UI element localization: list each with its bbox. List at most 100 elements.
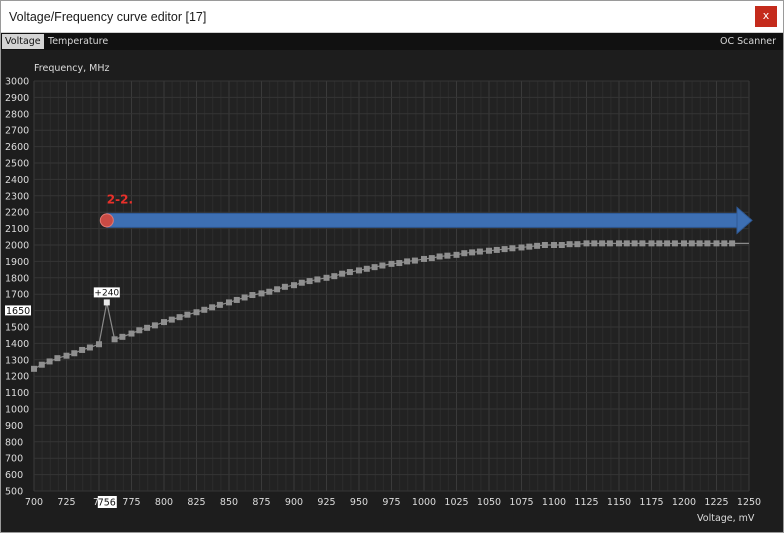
curve-point[interactable] <box>574 241 581 248</box>
curve-point[interactable] <box>161 319 167 326</box>
curve-point[interactable] <box>176 314 183 321</box>
vf-curve-chart[interactable]: 500 600 700 800 900 1000 1100 1200 1300 1400 1500 1… <box>1 50 783 532</box>
curve-point[interactable] <box>421 255 427 262</box>
curve-point[interactable] <box>281 283 288 290</box>
curve-point-selected[interactable] <box>103 299 110 306</box>
window-title: Voltage/Frequency curve editor [17] <box>9 10 207 24</box>
curve-point[interactable] <box>551 242 557 248</box>
curve-point[interactable] <box>54 355 61 362</box>
curve-point[interactable] <box>476 248 483 255</box>
curve-point[interactable] <box>411 257 418 264</box>
curve-point[interactable] <box>526 243 533 250</box>
curve-point[interactable] <box>144 324 151 331</box>
curve-point[interactable] <box>258 290 265 297</box>
curve-point[interactable] <box>266 288 273 295</box>
curve-point[interactable] <box>713 240 720 247</box>
curve-point[interactable] <box>688 240 695 247</box>
curve-point[interactable] <box>274 286 281 293</box>
curve-point[interactable] <box>184 311 191 318</box>
oc-scanner-button[interactable]: OC Scanner <box>717 34 779 49</box>
curve-point[interactable] <box>71 350 78 357</box>
curve-point[interactable] <box>168 316 175 323</box>
curve-point[interactable] <box>656 240 663 247</box>
curve-point[interactable] <box>558 242 565 248</box>
curve-point[interactable] <box>291 282 297 289</box>
curve-point[interactable] <box>566 241 573 248</box>
curve-point[interactable] <box>534 242 541 249</box>
curve-point[interactable] <box>46 358 53 365</box>
curve-point[interactable] <box>339 270 346 277</box>
y-tick-label: 2800 <box>5 109 29 120</box>
x-tick-label: 1150 <box>607 497 631 508</box>
curve-point[interactable] <box>721 240 728 247</box>
curve-point[interactable] <box>193 309 200 316</box>
curve-point[interactable] <box>696 240 703 247</box>
x-tick-label: 1225 <box>704 497 728 508</box>
curve-point[interactable] <box>201 306 208 313</box>
chart-svg[interactable]: 500 600 700 800 900 1000 1100 1200 1300 1400 1500 1… <box>1 50 783 532</box>
curve-point[interactable] <box>323 274 330 281</box>
curve-point[interactable] <box>453 251 460 258</box>
y-tick-label: 2700 <box>5 126 29 137</box>
curve-point[interactable] <box>729 240 736 247</box>
curve-point[interactable] <box>331 273 338 280</box>
x-tick-label: 1075 <box>509 497 533 508</box>
curve-point[interactable] <box>371 264 378 271</box>
curve-point[interactable] <box>623 240 630 247</box>
curve-point[interactable] <box>428 255 435 262</box>
curve-point[interactable] <box>648 240 655 247</box>
curve-point[interactable] <box>486 247 492 254</box>
curve-point[interactable] <box>298 279 305 286</box>
curve-point[interactable] <box>119 333 126 340</box>
curve-point[interactable] <box>363 265 370 272</box>
tab-temperature[interactable]: Temperature <box>45 34 111 49</box>
curve-point[interactable] <box>639 240 646 247</box>
curve-point[interactable] <box>591 240 598 247</box>
curve-point[interactable] <box>241 294 248 301</box>
curve-point[interactable] <box>704 240 711 247</box>
curve-point[interactable] <box>63 352 70 359</box>
curve-point[interactable] <box>233 296 240 303</box>
curve-point[interactable] <box>444 252 451 259</box>
curve-point[interactable] <box>314 276 321 283</box>
title-bar[interactable]: Voltage/Frequency curve editor [17] x <box>1 1 783 33</box>
curve-point[interactable] <box>209 304 216 311</box>
curve-point[interactable] <box>388 260 395 267</box>
curve-point[interactable] <box>306 278 313 285</box>
curve-point[interactable] <box>501 246 508 253</box>
curve-point[interactable] <box>111 336 118 343</box>
close-button[interactable]: x <box>755 6 777 27</box>
curve-point[interactable] <box>664 240 671 247</box>
curve-point[interactable] <box>79 346 86 353</box>
curve-point[interactable] <box>136 327 143 334</box>
curve-point[interactable] <box>31 365 37 372</box>
curve-point[interactable] <box>461 250 468 257</box>
curve-point[interactable] <box>509 245 516 252</box>
curve-point[interactable] <box>541 242 548 248</box>
curve-point[interactable] <box>396 260 403 267</box>
curve-point[interactable] <box>226 299 232 306</box>
curve-point[interactable] <box>583 240 590 247</box>
curve-point[interactable] <box>469 249 476 256</box>
curve-point[interactable] <box>404 258 411 265</box>
curve-point[interactable] <box>216 301 223 308</box>
curve-point[interactable] <box>631 240 638 247</box>
tab-voltage[interactable]: Voltage <box>2 34 44 49</box>
curve-point[interactable] <box>128 330 135 337</box>
curve-point[interactable] <box>616 240 622 247</box>
curve-point[interactable] <box>436 253 443 260</box>
curve-point[interactable] <box>379 262 386 269</box>
curve-point[interactable] <box>96 341 102 348</box>
curve-point[interactable] <box>151 322 158 329</box>
curve-point[interactable] <box>671 240 678 247</box>
curve-point[interactable] <box>249 292 256 299</box>
curve-point[interactable] <box>346 269 353 276</box>
curve-point[interactable] <box>606 240 613 247</box>
curve-point[interactable] <box>86 344 93 351</box>
curve-point[interactable] <box>599 240 606 247</box>
curve-point[interactable] <box>38 361 45 368</box>
curve-point[interactable] <box>518 244 525 251</box>
curve-point[interactable] <box>356 267 362 274</box>
curve-point[interactable] <box>681 240 687 247</box>
curve-point[interactable] <box>493 246 500 253</box>
